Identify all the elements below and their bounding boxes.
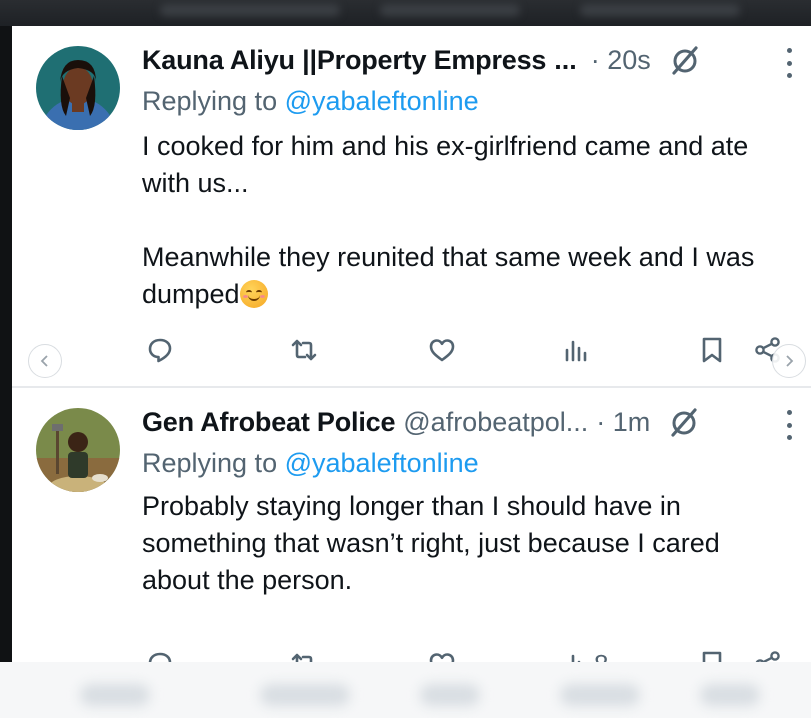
tweet-text: I cooked for him and his ex-girlfriend c… xyxy=(142,128,792,313)
carousel-next-button[interactable] xyxy=(772,344,806,378)
action-bar xyxy=(142,330,792,370)
bookmark-icon xyxy=(702,337,722,363)
avatar[interactable] xyxy=(36,408,120,492)
grok-icon[interactable] xyxy=(668,406,700,438)
replying-prefix: Replying to xyxy=(142,448,278,478)
replying-prefix: Replying to xyxy=(142,86,278,116)
timestamp[interactable]: · 20s xyxy=(591,45,651,76)
tweet-paragraph-with-emoji: Meanwhile they reunited that same week a… xyxy=(142,239,792,313)
smiling-face-emoji-icon xyxy=(239,280,268,308)
views-icon xyxy=(565,340,587,362)
more-icon[interactable] xyxy=(785,410,793,440)
tweet-paragraph: I cooked for him and his ex-girlfriend c… xyxy=(142,131,749,198)
tweet-header: Kauna Aliyu ||Property Empress ... · 20s xyxy=(142,40,782,80)
display-name[interactable]: Gen Afrobeat Police xyxy=(142,407,395,438)
reply-button[interactable] xyxy=(146,330,174,370)
reply-thread: Kauna Aliyu ||Property Empress ... · 20s… xyxy=(12,26,811,718)
left-edge xyxy=(0,26,12,718)
replying-to: Replying to @yabaleftonline xyxy=(142,86,479,117)
more-icon[interactable] xyxy=(785,48,793,78)
replying-to: Replying to @yabaleftonline xyxy=(142,448,479,479)
username[interactable]: @afrobeatpol... xyxy=(403,407,588,438)
like-button[interactable] xyxy=(428,330,456,370)
tweet-paragraph: Meanwhile they reunited that same week a… xyxy=(142,242,755,309)
mention-link[interactable]: @yabaleftonline xyxy=(285,86,479,116)
tweet-header: Gen Afrobeat Police @afrobeatpol... · 1m xyxy=(142,402,782,442)
name-truncation: ... xyxy=(554,44,577,75)
mention-link[interactable]: @yabaleftonline xyxy=(285,448,479,478)
repost-icon xyxy=(291,339,317,361)
carousel-prev-button[interactable] xyxy=(28,344,62,378)
tweet[interactable]: Gen Afrobeat Police @afrobeatpol... · 1m… xyxy=(12,388,811,688)
avatar[interactable] xyxy=(36,46,120,130)
top-blurred-region xyxy=(0,0,811,28)
like-icon xyxy=(429,339,455,362)
reply-icon xyxy=(148,338,172,363)
chevron-right-icon xyxy=(786,355,794,367)
tweet-paragraph: Probably staying longer than I should ha… xyxy=(142,491,720,595)
tweet-text: Probably staying longer than I should ha… xyxy=(142,488,792,599)
tweet[interactable]: Kauna Aliyu ||Property Empress ... · 20s… xyxy=(12,26,811,386)
repost-button[interactable] xyxy=(290,330,318,370)
display-name[interactable]: Kauna Aliyu ||Property Empress xyxy=(142,45,546,76)
timestamp[interactable]: · 1m xyxy=(596,407,650,438)
bookmark-button[interactable] xyxy=(698,330,726,370)
chevron-left-icon xyxy=(40,355,48,367)
views-button[interactable] xyxy=(562,330,594,370)
grok-icon[interactable] xyxy=(669,44,701,76)
bottom-blurred-region xyxy=(0,662,811,718)
